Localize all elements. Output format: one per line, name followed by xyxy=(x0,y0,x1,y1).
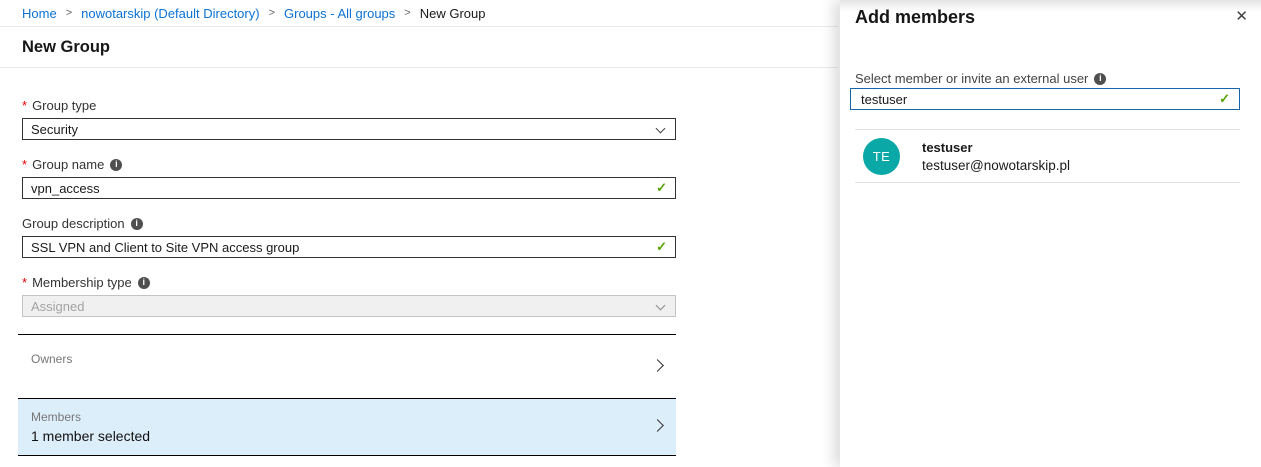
chevron-down-icon xyxy=(656,301,666,311)
member-search-control: ✓ xyxy=(850,88,1240,110)
group-name-control: ✓ xyxy=(22,177,676,199)
group-name-label-text: Group name xyxy=(32,157,104,172)
chevron-right-icon xyxy=(651,359,664,372)
add-members-panel: Add members ✕ Select member or invite an… xyxy=(840,0,1261,467)
group-type-label: * Group type xyxy=(22,98,676,113)
group-name-input[interactable] xyxy=(31,178,649,198)
group-type-select[interactable]: Security xyxy=(22,118,676,140)
panel-title: Add members xyxy=(855,7,975,28)
close-icon[interactable]: ✕ xyxy=(1231,7,1252,26)
required-asterisk: * xyxy=(22,157,27,172)
breadcrumb-separator-icon: > xyxy=(269,7,275,19)
page-title: New Group xyxy=(22,38,110,57)
group-description-label: Group description i xyxy=(22,216,676,231)
valid-check-icon: ✓ xyxy=(656,180,667,196)
membership-type-label-text: Membership type xyxy=(32,275,132,290)
group-description-input[interactable] xyxy=(31,237,649,257)
panel-header: Add members ✕ xyxy=(840,0,1261,28)
group-name-field: * Group name i ✓ xyxy=(22,157,676,199)
chevron-right-icon xyxy=(651,419,664,432)
group-description-field: Group description i ✓ xyxy=(22,216,676,258)
title-bar: New Group xyxy=(0,27,838,68)
valid-check-icon: ✓ xyxy=(656,239,667,255)
breadcrumb: Home > nowotarskip (Default Directory) >… xyxy=(0,0,838,27)
required-asterisk: * xyxy=(22,275,27,290)
breadcrumb-groups[interactable]: Groups - All groups xyxy=(284,6,395,21)
main-content: Home > nowotarskip (Default Directory) >… xyxy=(0,0,838,467)
required-asterisk: * xyxy=(22,98,27,113)
member-name: testuser xyxy=(922,140,1070,155)
group-name-label: * Group name i xyxy=(22,157,676,172)
group-type-field: * Group type Security xyxy=(22,98,676,140)
info-icon[interactable]: i xyxy=(138,277,150,289)
membership-type-label: * Membership type i xyxy=(22,275,676,290)
group-type-value: Security xyxy=(31,122,78,137)
valid-check-icon: ✓ xyxy=(1219,91,1230,107)
breadcrumb-current: New Group xyxy=(420,6,486,21)
owners-row[interactable]: Owners xyxy=(18,334,676,398)
members-selected-count: 1 member selected xyxy=(31,428,646,444)
info-icon[interactable]: i xyxy=(110,159,122,171)
breadcrumb-separator-icon: > xyxy=(66,7,72,19)
info-icon[interactable]: i xyxy=(1094,73,1106,85)
group-description-control: ✓ xyxy=(22,236,676,258)
membership-type-value: Assigned xyxy=(31,299,84,314)
avatar: TE xyxy=(863,138,900,175)
membership-sections: Owners Members 1 member selected xyxy=(18,334,676,456)
member-search-label: Select member or invite an external user… xyxy=(855,71,1106,86)
results-divider xyxy=(855,182,1240,183)
member-search-input[interactable] xyxy=(861,89,1213,109)
membership-type-select: Assigned xyxy=(22,295,676,317)
breadcrumb-separator-icon: > xyxy=(404,7,410,19)
member-result-item[interactable]: TE testuser testuser@nowotarskip.pl xyxy=(855,130,1240,182)
new-group-form: * Group type Security * Group name i ✓ G… xyxy=(22,68,676,456)
members-label: Members xyxy=(31,410,646,424)
membership-type-field: * Membership type i Assigned xyxy=(22,275,676,317)
member-result-text: testuser testuser@nowotarskip.pl xyxy=(922,140,1070,173)
chevron-down-icon xyxy=(656,124,666,134)
breadcrumb-directory[interactable]: nowotarskip (Default Directory) xyxy=(81,6,259,21)
members-row[interactable]: Members 1 member selected xyxy=(18,398,676,456)
group-description-label-text: Group description xyxy=(22,216,125,231)
breadcrumb-home[interactable]: Home xyxy=(22,6,57,21)
owners-label: Owners xyxy=(31,352,646,366)
group-type-label-text: Group type xyxy=(32,98,96,113)
info-icon[interactable]: i xyxy=(131,218,143,230)
member-email: testuser@nowotarskip.pl xyxy=(922,158,1070,173)
member-search-label-text: Select member or invite an external user xyxy=(855,71,1088,86)
